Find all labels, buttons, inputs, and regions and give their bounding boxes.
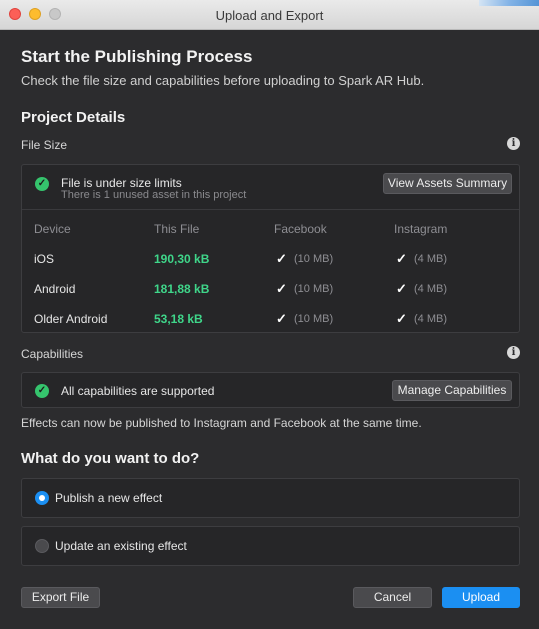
view-assets-summary-button[interactable]: View Assets Summary bbox=[383, 173, 512, 194]
facebook-limit: (10 MB) bbox=[294, 313, 334, 325]
file-size-label: File Size bbox=[21, 138, 68, 152]
file-size-value: 53,18 kB bbox=[154, 312, 203, 326]
instagram-limit: (4 MB) bbox=[414, 313, 447, 325]
device-name: Android bbox=[34, 282, 76, 296]
cancel-button[interactable]: Cancel bbox=[353, 587, 432, 608]
option-label: Publish a new effect bbox=[55, 491, 163, 505]
size-ok-check-icon: ✓ bbox=[35, 177, 49, 191]
page-subtitle: Check the file size and capabilities bef… bbox=[21, 73, 425, 88]
size-status-text: File is under size limits bbox=[61, 176, 182, 190]
device-name: iOS bbox=[34, 252, 55, 266]
device-name: Older Android bbox=[34, 312, 108, 326]
instagram-ok-check-icon: ✓ bbox=[396, 281, 407, 296]
manage-capabilities-button[interactable]: Manage Capabilities bbox=[392, 380, 512, 401]
file-size-value: 190,30 kB bbox=[154, 252, 210, 266]
page-title: Start the Publishing Process bbox=[21, 47, 253, 66]
file-size-panel: ✓ File is under size limits There is 1 u… bbox=[21, 164, 520, 333]
column-instagram: Instagram bbox=[394, 222, 448, 236]
window-title: Upload and Export bbox=[215, 8, 324, 23]
unused-assets-note: There is 1 unused asset in this project bbox=[61, 189, 247, 201]
project-details-heading: Project Details bbox=[21, 109, 126, 126]
publish-new-radio[interactable] bbox=[35, 491, 49, 505]
instagram-ok-check-icon: ✓ bbox=[396, 251, 407, 266]
capabilities-panel: ✓ All capabilities are supported Manage … bbox=[21, 372, 520, 408]
column-this-file: This File bbox=[154, 222, 200, 236]
background-window-edge bbox=[479, 0, 539, 6]
facebook-ok-check-icon: ✓ bbox=[276, 251, 287, 266]
instagram-ok-check-icon: ✓ bbox=[396, 311, 407, 326]
facebook-ok-check-icon: ✓ bbox=[276, 281, 287, 296]
instagram-limit: (4 MB) bbox=[414, 283, 447, 295]
facebook-ok-check-icon: ✓ bbox=[276, 311, 287, 326]
upload-button[interactable]: Upload bbox=[442, 587, 520, 608]
file-size-info-icon[interactable]: i bbox=[507, 137, 520, 150]
capabilities-info-icon[interactable]: i bbox=[507, 346, 520, 359]
instagram-limit: (4 MB) bbox=[414, 253, 447, 265]
action-heading: What do you want to do? bbox=[21, 450, 200, 467]
dialog-content: Start the Publishing Process Check the f… bbox=[0, 30, 539, 629]
capabilities-label: Capabilities bbox=[21, 347, 84, 361]
facebook-limit: (10 MB) bbox=[294, 283, 334, 295]
capabilities-status-text: All capabilities are supported bbox=[61, 384, 215, 398]
publishing-note: Effects can now be published to Instagra… bbox=[21, 416, 422, 430]
column-facebook: Facebook bbox=[274, 222, 327, 236]
column-device: Device bbox=[34, 222, 71, 236]
capabilities-ok-check-icon: ✓ bbox=[35, 384, 49, 398]
option-label: Update an existing effect bbox=[55, 539, 187, 553]
file-size-value: 181,88 kB bbox=[154, 282, 210, 296]
export-file-button[interactable]: Export File bbox=[21, 587, 100, 608]
update-existing-radio[interactable] bbox=[35, 539, 49, 553]
panel-divider bbox=[22, 209, 519, 210]
title-bar: Upload and Export bbox=[0, 0, 539, 30]
facebook-limit: (10 MB) bbox=[294, 253, 334, 265]
option-publish-new-effect[interactable]: Publish a new effect bbox=[21, 478, 520, 518]
option-update-existing-effect[interactable]: Update an existing effect bbox=[21, 526, 520, 566]
